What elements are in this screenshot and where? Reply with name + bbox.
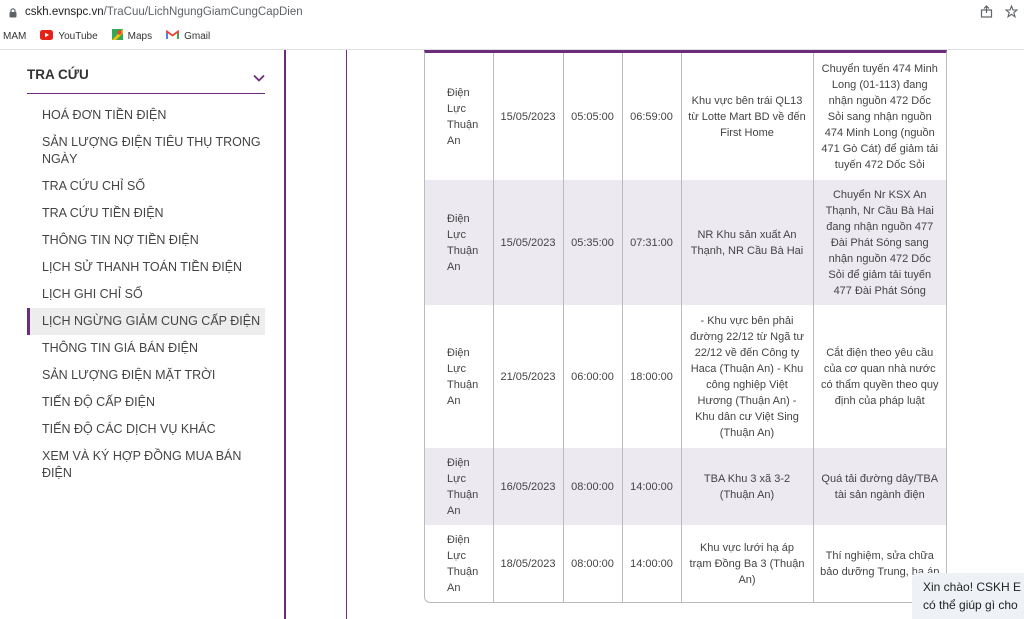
sidebar-item-san-luong-dien-mat-troi[interactable]: Sản lượng điện mặt trời bbox=[27, 362, 265, 389]
sidebar-menu: Hoá đơn tiền điện Sản lượng điện tiêu th… bbox=[27, 102, 265, 487]
cell-reason: Chuyển Nr KSX An Thạnh, Nr Cầu Bà Hai đa… bbox=[813, 180, 946, 305]
sidebar-item-tra-cuu-tien-dien[interactable]: Tra cứu tiền điện bbox=[27, 200, 265, 227]
cell-area: NR Khu sản xuất An Thạnh, NR Cầu Bà Hai bbox=[681, 180, 814, 305]
cell-unit: Điện Lực Thuận An bbox=[425, 180, 494, 305]
cell-start-time: 05:05:00 bbox=[563, 53, 623, 180]
sidebar: TRA CỨU Hoá đơn tiền điện Sản lượng điện… bbox=[0, 50, 286, 619]
chat-widget-bubble[interactable]: Xin chào! CSKH E có thể giúp gì cho bbox=[912, 573, 1024, 619]
sidebar-item-tra-cuu-chi-so[interactable]: Tra cứu chỉ số bbox=[27, 173, 265, 200]
cell-unit: Điện Lực Thuận An bbox=[425, 53, 494, 180]
cell-unit: Điện Lực Thuận An bbox=[425, 305, 494, 448]
cell-area: - Khu vực bên phải đường 22/12 từ Ngã tư… bbox=[681, 305, 814, 448]
bookmark-youtube[interactable]: YouTube bbox=[40, 29, 98, 43]
cell-date: 16/05/2023 bbox=[493, 448, 564, 525]
table-row: Điện Lực Thuận An 15/05/2023 05:35:00 07… bbox=[425, 180, 946, 305]
share-icon[interactable] bbox=[980, 5, 993, 21]
sidebar-item-lich-ngung-giam-cung-cap-dien[interactable]: Lịch ngừng giảm cung cấp điện bbox=[27, 308, 265, 335]
url-text[interactable]: cskh.evnspc.vn/TraCuu/LichNgungGiamCungC… bbox=[25, 6, 303, 18]
cell-area: Khu vực lưới hạ áp trạm Đồng Ba 3 (Thuận… bbox=[681, 525, 814, 602]
cell-area: Khu vực bên trái QL13 từ Lotte Mart BD v… bbox=[681, 53, 814, 180]
sidebar-item-hoa-don-tien-dien[interactable]: Hoá đơn tiền điện bbox=[27, 102, 265, 129]
youtube-icon bbox=[40, 29, 54, 43]
cell-start-time: 05:35:00 bbox=[563, 180, 623, 305]
sidebar-title: TRA CỨU bbox=[27, 67, 89, 82]
bookmarks-bar: MAM YouTube Maps Gmail bbox=[0, 26, 1024, 46]
table-row: Điện Lực Thuận An 15/05/2023 05:05:00 06… bbox=[425, 53, 946, 180]
cell-end-time: 06:59:00 bbox=[622, 53, 682, 180]
sidebar-header[interactable]: TRA CỨU bbox=[27, 67, 265, 94]
cell-area: TBA Khu 3 xã 3-2 (Thuận An) bbox=[681, 448, 814, 525]
cell-reason: Chuyển tuyến 474 Minh Long (01-113) đang… bbox=[821, 62, 939, 171]
bookmark-mam[interactable]: MAM bbox=[3, 31, 26, 42]
content-divider bbox=[346, 50, 347, 619]
cell-date: 21/05/2023 bbox=[493, 305, 564, 448]
sidebar-item-san-luong-dien-tieu-thu[interactable]: Sản lượng điện tiêu thụ trong ngày bbox=[27, 129, 265, 173]
maps-icon bbox=[111, 29, 123, 43]
cell-unit: Điện Lực Thuận An bbox=[425, 448, 494, 525]
cell-date: 18/05/2023 bbox=[493, 525, 564, 602]
bookmark-label: Gmail bbox=[184, 30, 211, 42]
sidebar-item-lich-su-thanh-toan[interactable]: Lịch sử thanh toán tiền điện bbox=[27, 254, 265, 281]
outage-table: Điện Lực Thuận An 15/05/2023 05:05:00 06… bbox=[424, 50, 947, 603]
sidebar-item-tien-do-cac-dich-vu-khac[interactable]: Tiến độ các dịch vụ khác bbox=[27, 416, 265, 443]
bookmark-maps[interactable]: Maps bbox=[111, 29, 153, 43]
bookmark-gmail[interactable]: Gmail bbox=[166, 29, 211, 43]
cell-reason: Quá tải đường dây/TBA tài sản ngành điện bbox=[813, 448, 946, 525]
bookmark-label: YouTube bbox=[58, 30, 98, 42]
cell-reason: Cắt điện theo yêu cầu của cơ quan nhà nư… bbox=[821, 346, 939, 407]
table-row: Điện Lực Thuận An 21/05/2023 06:00:00 18… bbox=[425, 305, 946, 448]
sidebar-item-thong-tin-gia-ban-dien[interactable]: Thông tin giá bán điện bbox=[27, 335, 265, 362]
cell-end-time: 18:00:00 bbox=[622, 305, 682, 448]
sidebar-item-hop-dong-mua-ban-dien[interactable]: Xem và ký hợp đồng mua bán điện bbox=[27, 443, 265, 487]
sidebar-item-thong-tin-no[interactable]: Thông tin nợ tiền điện bbox=[27, 227, 265, 254]
lock-icon[interactable] bbox=[9, 7, 17, 18]
chat-greeting-line-2: có thể giúp gì cho bbox=[923, 598, 1018, 612]
cell-start-time: 06:00:00 bbox=[563, 305, 623, 448]
cell-date: 15/05/2023 bbox=[493, 180, 564, 305]
cell-end-time: 14:00:00 bbox=[622, 448, 682, 525]
cell-end-time: 14:00:00 bbox=[622, 525, 682, 602]
chevron-down-icon[interactable] bbox=[253, 69, 265, 93]
sidebar-item-tien-do-cap-dien[interactable]: Tiến độ cấp điện bbox=[27, 389, 265, 416]
cell-start-time: 08:00:00 bbox=[563, 448, 623, 525]
table-row: Điện Lực Thuận An 16/05/2023 08:00:00 14… bbox=[425, 448, 946, 525]
bookmark-label: Maps bbox=[127, 30, 153, 42]
bookmark-label: MAM bbox=[3, 30, 27, 42]
sidebar-item-lich-ghi-chi-so[interactable]: Lịch ghi chỉ số bbox=[27, 281, 265, 308]
cell-unit: Điện Lực Thuận An bbox=[425, 525, 494, 602]
cell-start-time: 08:00:00 bbox=[563, 525, 623, 602]
bookmark-star-icon[interactable] bbox=[1004, 4, 1019, 21]
cell-end-time: 07:31:00 bbox=[622, 180, 682, 305]
gmail-icon bbox=[166, 29, 179, 43]
cell-date: 15/05/2023 bbox=[493, 53, 564, 180]
table-row: Điện Lực Thuận An 18/05/2023 08:00:00 14… bbox=[425, 525, 946, 602]
address-bar[interactable]: cskh.evnspc.vn/TraCuu/LichNgungGiamCungC… bbox=[0, 0, 1024, 24]
chat-greeting-line-1: Xin chào! CSKH E bbox=[923, 580, 1022, 594]
